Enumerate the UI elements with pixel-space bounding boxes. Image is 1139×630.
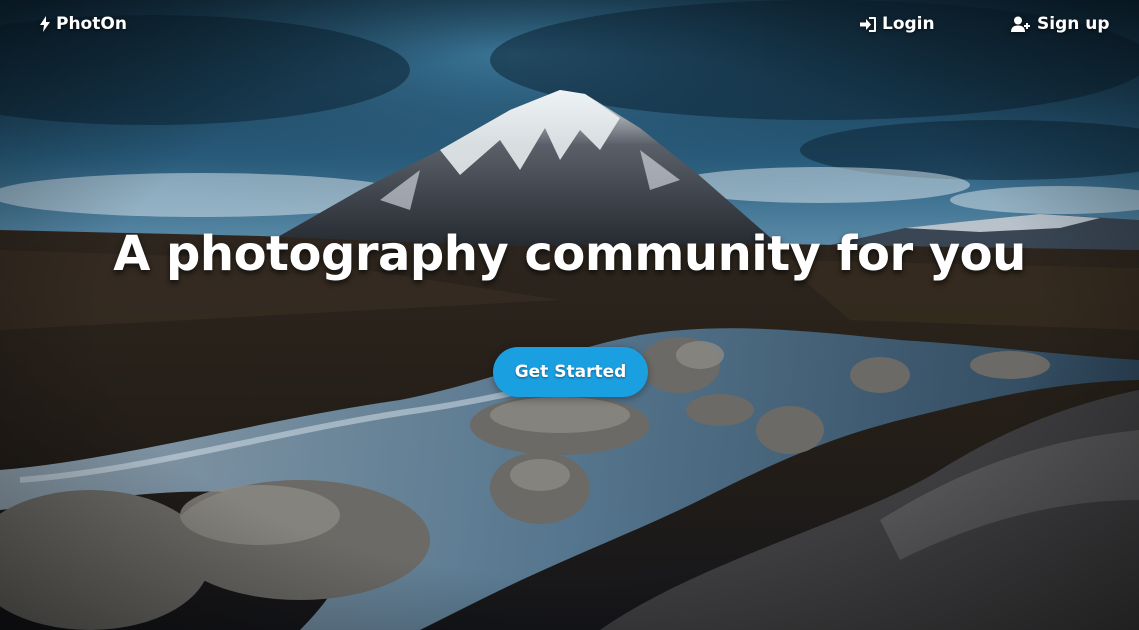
hero-background-image — [0, 0, 1139, 630]
login-label: Login — [882, 14, 935, 34]
brand-name: PhotOn — [56, 14, 127, 34]
bolt-icon — [40, 16, 50, 32]
sign-in-icon — [860, 16, 876, 32]
get-started-button[interactable]: Get Started — [493, 347, 648, 397]
user-plus-icon — [1011, 16, 1030, 32]
brand-logo-link[interactable]: PhotOn — [40, 12, 127, 36]
hero-headline: A photography community for you — [113, 226, 1026, 282]
top-navbar: PhotOn Login Sign up — [0, 0, 1139, 48]
signup-link[interactable]: Sign up — [1011, 12, 1110, 36]
signup-label: Sign up — [1037, 14, 1110, 34]
login-link[interactable]: Login — [860, 12, 935, 36]
hero-section: PhotOn Login Sign up A photography commu… — [0, 0, 1139, 630]
